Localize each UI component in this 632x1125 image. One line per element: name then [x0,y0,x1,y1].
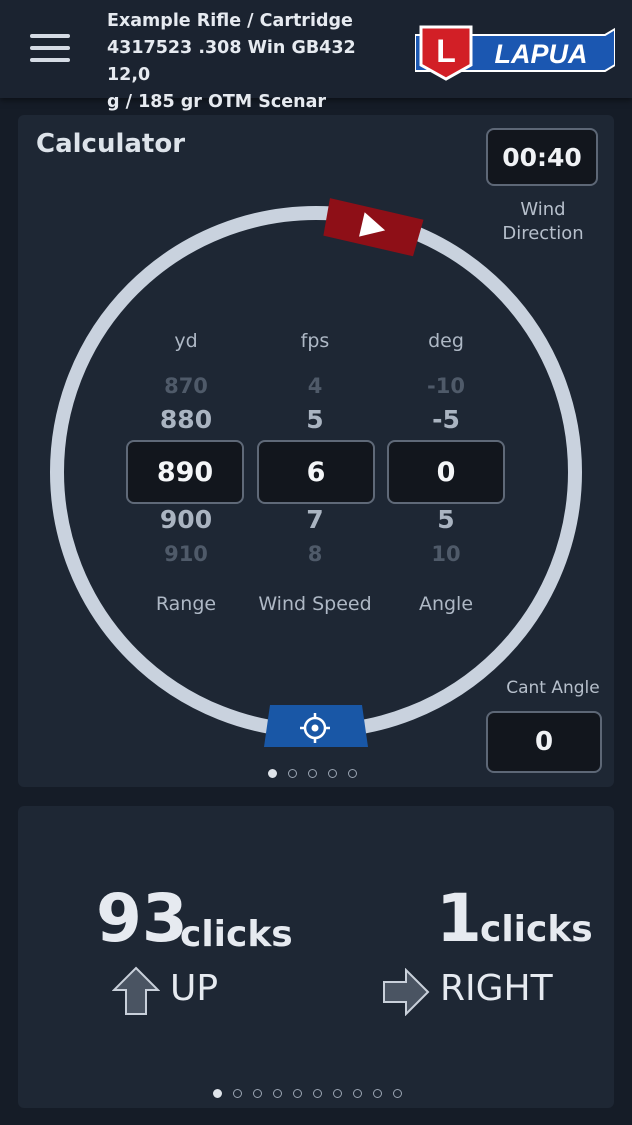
wind-speed-value-near-bottom[interactable]: 7 [255,505,375,534]
elevation-clicks-word: clicks [180,914,293,955]
wind-speed-value-near-top[interactable]: 5 [255,405,375,434]
page-dot[interactable] [253,1089,262,1098]
range-selected[interactable]: 890 [126,440,244,504]
page-dot[interactable] [373,1089,382,1098]
calculator-card: Calculator 00:40 Wind Direction yd 870 8… [18,115,614,787]
page-dot[interactable] [328,769,337,778]
lapua-logo: L LAPUA [415,25,615,81]
page-dot[interactable] [333,1089,342,1098]
angle-value-far-top[interactable]: -10 [386,374,506,398]
page-dot[interactable] [268,769,277,778]
angle-label: Angle [418,593,474,615]
angle-selected[interactable]: 0 [387,440,505,504]
wind-marker [323,198,424,257]
range-value-near-top[interactable]: 880 [126,405,246,434]
page-dot[interactable] [353,1089,362,1098]
angle-value-far-bottom[interactable]: 10 [386,542,506,566]
range-unit: yd [174,330,198,352]
windage-direction: RIGHT [440,968,553,1009]
wind-direction-value[interactable]: 00:40 [486,128,598,186]
windage-clicks-value: 1 [436,880,482,957]
logo-text: LAPUA [495,39,588,69]
range-value-far-bottom[interactable]: 910 [126,542,246,566]
wind-direction-label: Wind Direction [502,199,584,244]
result-card: 93 clicks UP 1 clicks RIGHT [18,806,614,1108]
angle-unit: deg [428,330,464,352]
hamburger-icon[interactable] [30,34,70,66]
page-dot[interactable] [308,769,317,778]
page-dot[interactable] [213,1089,222,1098]
result-page-dots[interactable] [213,1089,402,1098]
page-dot[interactable] [393,1089,402,1098]
range-value-far-top[interactable]: 870 [126,374,246,398]
elevation-clicks-value: 93 [96,880,188,957]
target-marker [264,705,368,747]
page-dot[interactable] [348,769,357,778]
arrow-right-icon [383,968,430,1016]
profile-title[interactable]: Example Rifle / Cartridge 4317523 .308 W… [107,8,397,116]
wind-speed-value-far-bottom[interactable]: 8 [255,542,375,566]
wind-speed-selected[interactable]: 6 [257,440,375,504]
wind-speed-value-far-top[interactable]: 4 [255,374,375,398]
cant-angle-label: Cant Angle [506,678,600,698]
arrow-up-icon [112,966,160,1015]
angle-value-near-top[interactable]: -5 [386,405,506,434]
range-label: Range [155,593,217,615]
elevation-direction: UP [170,968,219,1009]
logo-letter: L [436,33,456,69]
page-dot[interactable] [293,1089,302,1098]
page-dot[interactable] [233,1089,242,1098]
range-value-near-bottom[interactable]: 900 [126,505,246,534]
wind-speed-label: Wind Speed [258,593,372,615]
windage-clicks-word: clicks [480,909,593,950]
calculator-page-dots[interactable] [268,769,357,778]
wind-speed-unit: fps [300,330,330,352]
page-dot[interactable] [288,769,297,778]
app-header: Example Rifle / Cartridge 4317523 .308 W… [0,0,632,112]
page-dot[interactable] [313,1089,322,1098]
cant-angle-value[interactable]: 0 [486,711,602,773]
page-dot[interactable] [273,1089,282,1098]
angle-value-near-bottom[interactable]: 5 [386,505,506,534]
